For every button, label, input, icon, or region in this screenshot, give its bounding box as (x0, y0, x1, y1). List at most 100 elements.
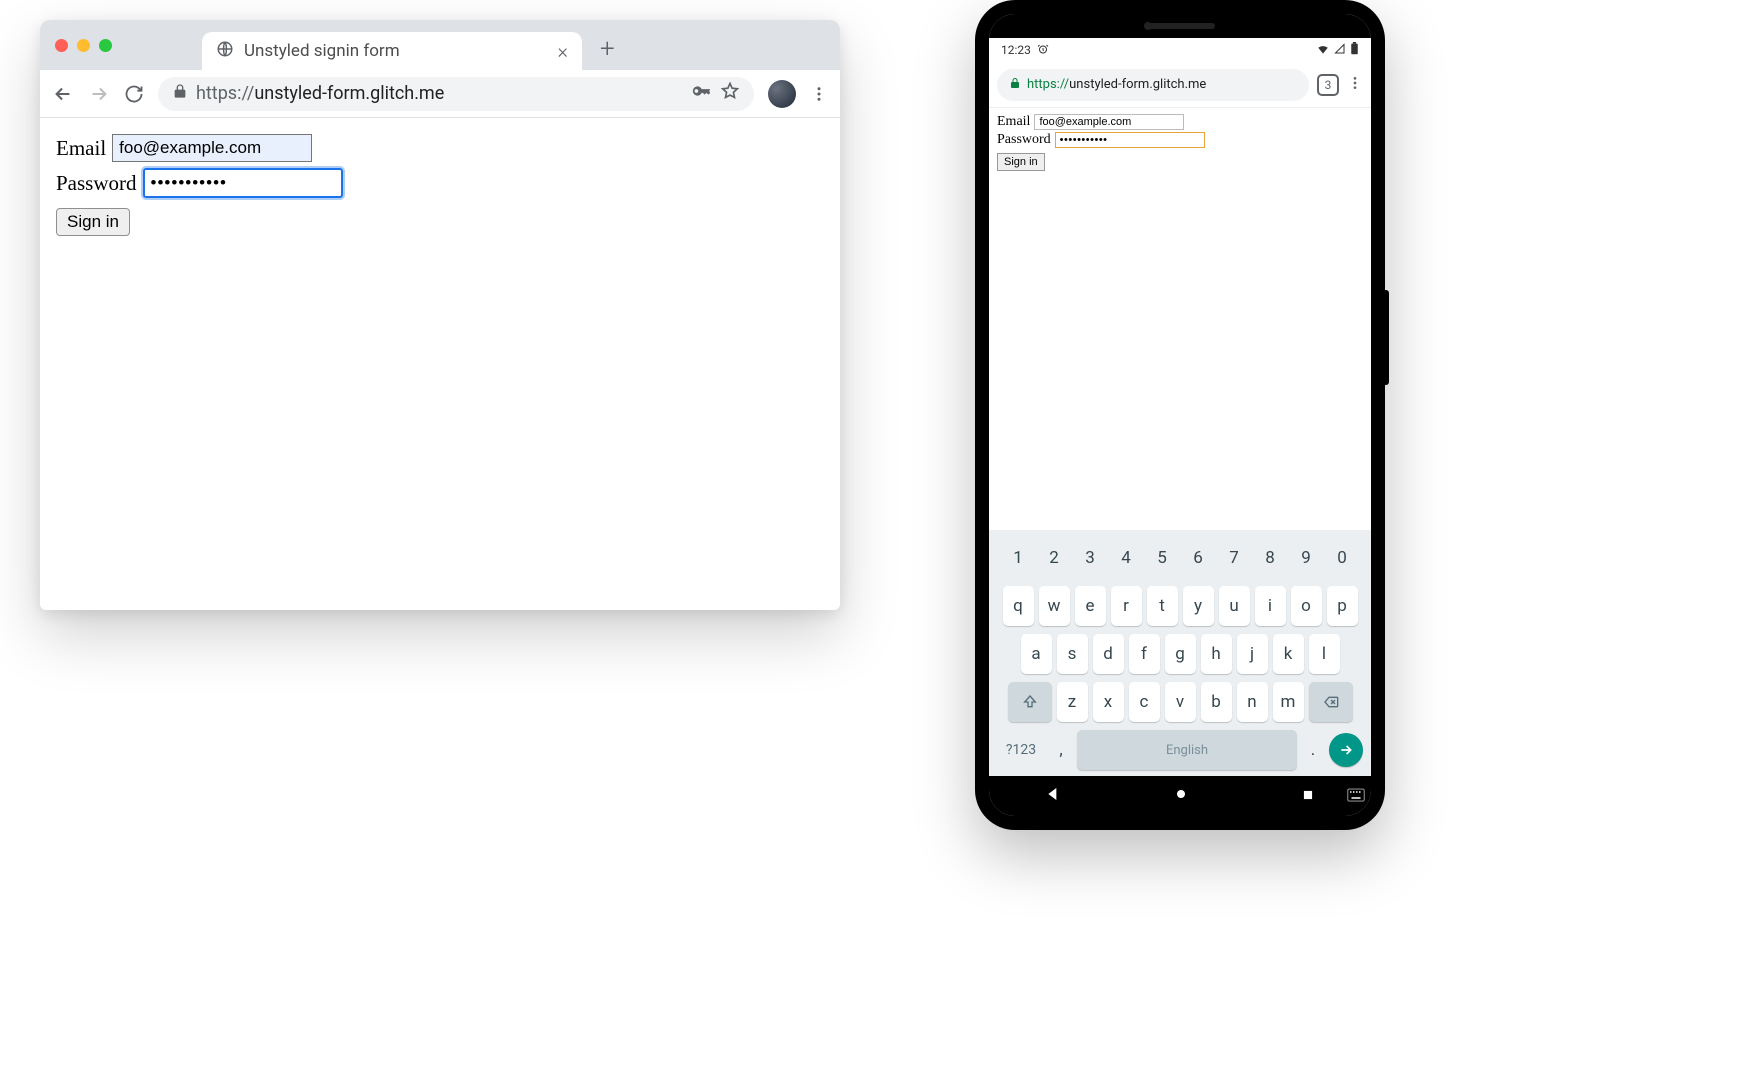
mobile-phone-frame: 12:23 ht (975, 0, 1385, 830)
mobile-email-input[interactable] (1034, 114, 1184, 130)
lock-icon (1009, 77, 1021, 93)
mobile-signin-button[interactable]: Sign in (997, 153, 1045, 171)
key-j[interactable]: j (1237, 634, 1268, 674)
key-y[interactable]: y (1183, 586, 1214, 626)
key-c[interactable]: c (1129, 682, 1160, 722)
url-text: https://unstyled-form.glitch.me (196, 83, 444, 104)
key-f[interactable]: f (1129, 634, 1160, 674)
comma-key[interactable]: , (1051, 730, 1071, 770)
keyboard-row-3: zxcvbnm (993, 682, 1367, 722)
shift-key[interactable] (1008, 682, 1052, 722)
key-e[interactable]: e (1075, 586, 1106, 626)
key-v[interactable]: v (1165, 682, 1196, 722)
alarm-icon (1037, 43, 1049, 58)
key-t[interactable]: t (1147, 586, 1178, 626)
key-g[interactable]: g (1165, 634, 1196, 674)
keyboard-switch-icon[interactable] (1347, 787, 1365, 806)
key-h[interactable]: h (1201, 634, 1232, 674)
key-icon[interactable] (690, 80, 712, 107)
password-input[interactable] (143, 168, 343, 198)
spacebar-key[interactable]: English (1077, 730, 1297, 770)
mobile-email-label: Email (997, 114, 1030, 130)
mobile-browser-toolbar: https://unstyled-form.glitch.me 3 (989, 62, 1371, 108)
nav-back-icon[interactable] (1045, 786, 1061, 806)
enter-key[interactable] (1329, 733, 1363, 767)
key-w[interactable]: w (1039, 586, 1070, 626)
key-n[interactable]: n (1237, 682, 1268, 722)
maximize-window-button[interactable] (99, 39, 112, 52)
period-key[interactable]: . (1303, 730, 1323, 770)
key-u[interactable]: u (1219, 586, 1250, 626)
backspace-key[interactable] (1309, 682, 1353, 722)
address-bar[interactable]: https://unstyled-form.glitch.me (158, 77, 754, 111)
key-s[interactable]: s (1057, 634, 1088, 674)
key-x[interactable]: x (1093, 682, 1124, 722)
key-0[interactable]: 0 (1327, 538, 1358, 578)
key-z[interactable]: z (1057, 682, 1088, 722)
symbols-key[interactable]: ?123 (997, 742, 1045, 758)
tab-count-button[interactable]: 3 (1317, 74, 1339, 96)
key-6[interactable]: 6 (1183, 538, 1214, 578)
tab-title: Unstyled signin form (244, 41, 548, 61)
keyboard-row-1: qwertyuiop (993, 586, 1367, 626)
keyboard-number-row: 1234567890 (993, 538, 1367, 578)
key-8[interactable]: 8 (1255, 538, 1286, 578)
key-r[interactable]: r (1111, 586, 1142, 626)
mobile-password-label: Password (997, 132, 1051, 148)
close-tab-button[interactable]: × (558, 39, 568, 63)
mobile-url-text: https://unstyled-form.glitch.me (1027, 77, 1206, 92)
nav-recent-icon[interactable] (1301, 787, 1315, 806)
status-time: 12:23 (1001, 43, 1031, 57)
chrome-menu-button[interactable] (810, 85, 828, 103)
lock-icon (172, 83, 188, 104)
window-controls (55, 39, 112, 52)
reload-button[interactable] (124, 84, 144, 104)
new-tab-button[interactable]: + (600, 34, 615, 64)
chrome-menu-button[interactable] (1347, 75, 1363, 95)
page-content: Email Password Sign in (40, 118, 840, 252)
mobile-password-input[interactable] (1055, 132, 1205, 148)
signin-button[interactable]: Sign in (56, 208, 130, 236)
signal-icon (1334, 43, 1346, 58)
nav-home-icon[interactable] (1173, 786, 1189, 806)
browser-tab[interactable]: Unstyled signin form × (202, 32, 582, 70)
key-l[interactable]: l (1309, 634, 1340, 674)
back-button[interactable] (52, 83, 74, 105)
close-window-button[interactable] (55, 39, 68, 52)
key-m[interactable]: m (1273, 682, 1304, 722)
key-3[interactable]: 3 (1075, 538, 1106, 578)
key-b[interactable]: b (1201, 682, 1232, 722)
front-camera-icon (1144, 22, 1152, 30)
key-i[interactable]: i (1255, 586, 1286, 626)
key-1[interactable]: 1 (1003, 538, 1034, 578)
mobile-page-content: Email Password Sign in (989, 108, 1371, 530)
android-nav-bar (989, 776, 1371, 816)
tab-strip: Unstyled signin form × + (40, 20, 840, 70)
phone-screen: 12:23 ht (989, 14, 1371, 816)
speaker-grille (1145, 23, 1215, 29)
key-5[interactable]: 5 (1147, 538, 1178, 578)
minimize-window-button[interactable] (77, 39, 90, 52)
browser-toolbar: https://unstyled-form.glitch.me (40, 70, 840, 118)
key-p[interactable]: p (1327, 586, 1358, 626)
key-4[interactable]: 4 (1111, 538, 1142, 578)
key-2[interactable]: 2 (1039, 538, 1070, 578)
email-input[interactable] (112, 134, 312, 162)
bookmark-star-icon[interactable] (720, 81, 740, 106)
key-a[interactable]: a (1021, 634, 1052, 674)
key-q[interactable]: q (1003, 586, 1034, 626)
profile-avatar[interactable] (768, 80, 796, 108)
phone-power-button (1383, 290, 1389, 385)
key-9[interactable]: 9 (1291, 538, 1322, 578)
key-o[interactable]: o (1291, 586, 1322, 626)
globe-icon (216, 40, 234, 62)
password-label: Password (56, 171, 137, 196)
onscreen-keyboard: 1234567890 qwertyuiop asdfghjkl zxcvbnm … (989, 530, 1371, 776)
battery-icon (1350, 42, 1359, 58)
keyboard-bottom-row: ?123 , English . (993, 730, 1367, 770)
key-k[interactable]: k (1273, 634, 1304, 674)
key-d[interactable]: d (1093, 634, 1124, 674)
forward-button[interactable] (88, 83, 110, 105)
key-7[interactable]: 7 (1219, 538, 1250, 578)
mobile-address-bar[interactable]: https://unstyled-form.glitch.me (997, 69, 1309, 101)
